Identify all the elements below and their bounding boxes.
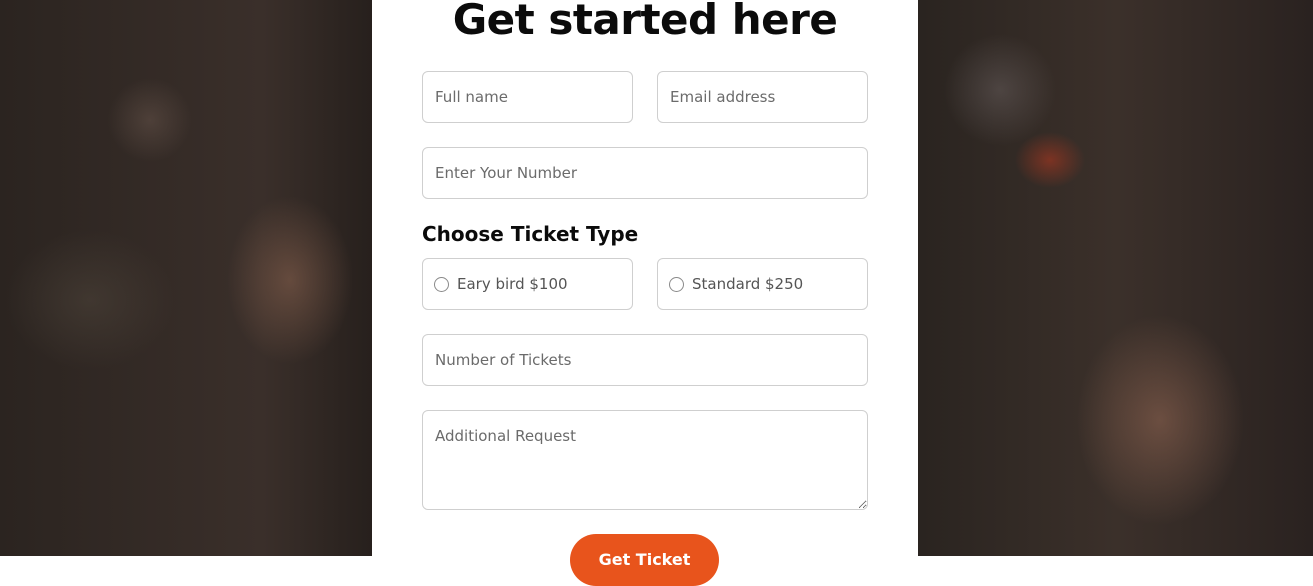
full-name-input[interactable]: [422, 71, 633, 123]
ticket-option-standard[interactable]: Standard $250: [657, 258, 868, 310]
email-input[interactable]: [657, 71, 868, 123]
number-of-tickets-input[interactable]: [422, 334, 868, 386]
get-ticket-button[interactable]: Get Ticket: [570, 534, 719, 586]
ticket-option-early-bird[interactable]: Eary bird $100: [422, 258, 633, 310]
ticket-type-heading: Choose Ticket Type: [422, 222, 639, 246]
phone-number-input[interactable]: [422, 147, 868, 199]
ticket-option-label: Standard $250: [692, 275, 804, 293]
ticket-option-label: Eary bird $100: [457, 275, 568, 293]
page-title: Get started here: [452, 0, 838, 44]
signup-card: Get started here Choose Ticket Type Eary…: [372, 0, 918, 586]
additional-request-textarea[interactable]: [422, 410, 868, 510]
radio-button[interactable]: [669, 276, 684, 292]
radio-button[interactable]: [434, 276, 449, 292]
